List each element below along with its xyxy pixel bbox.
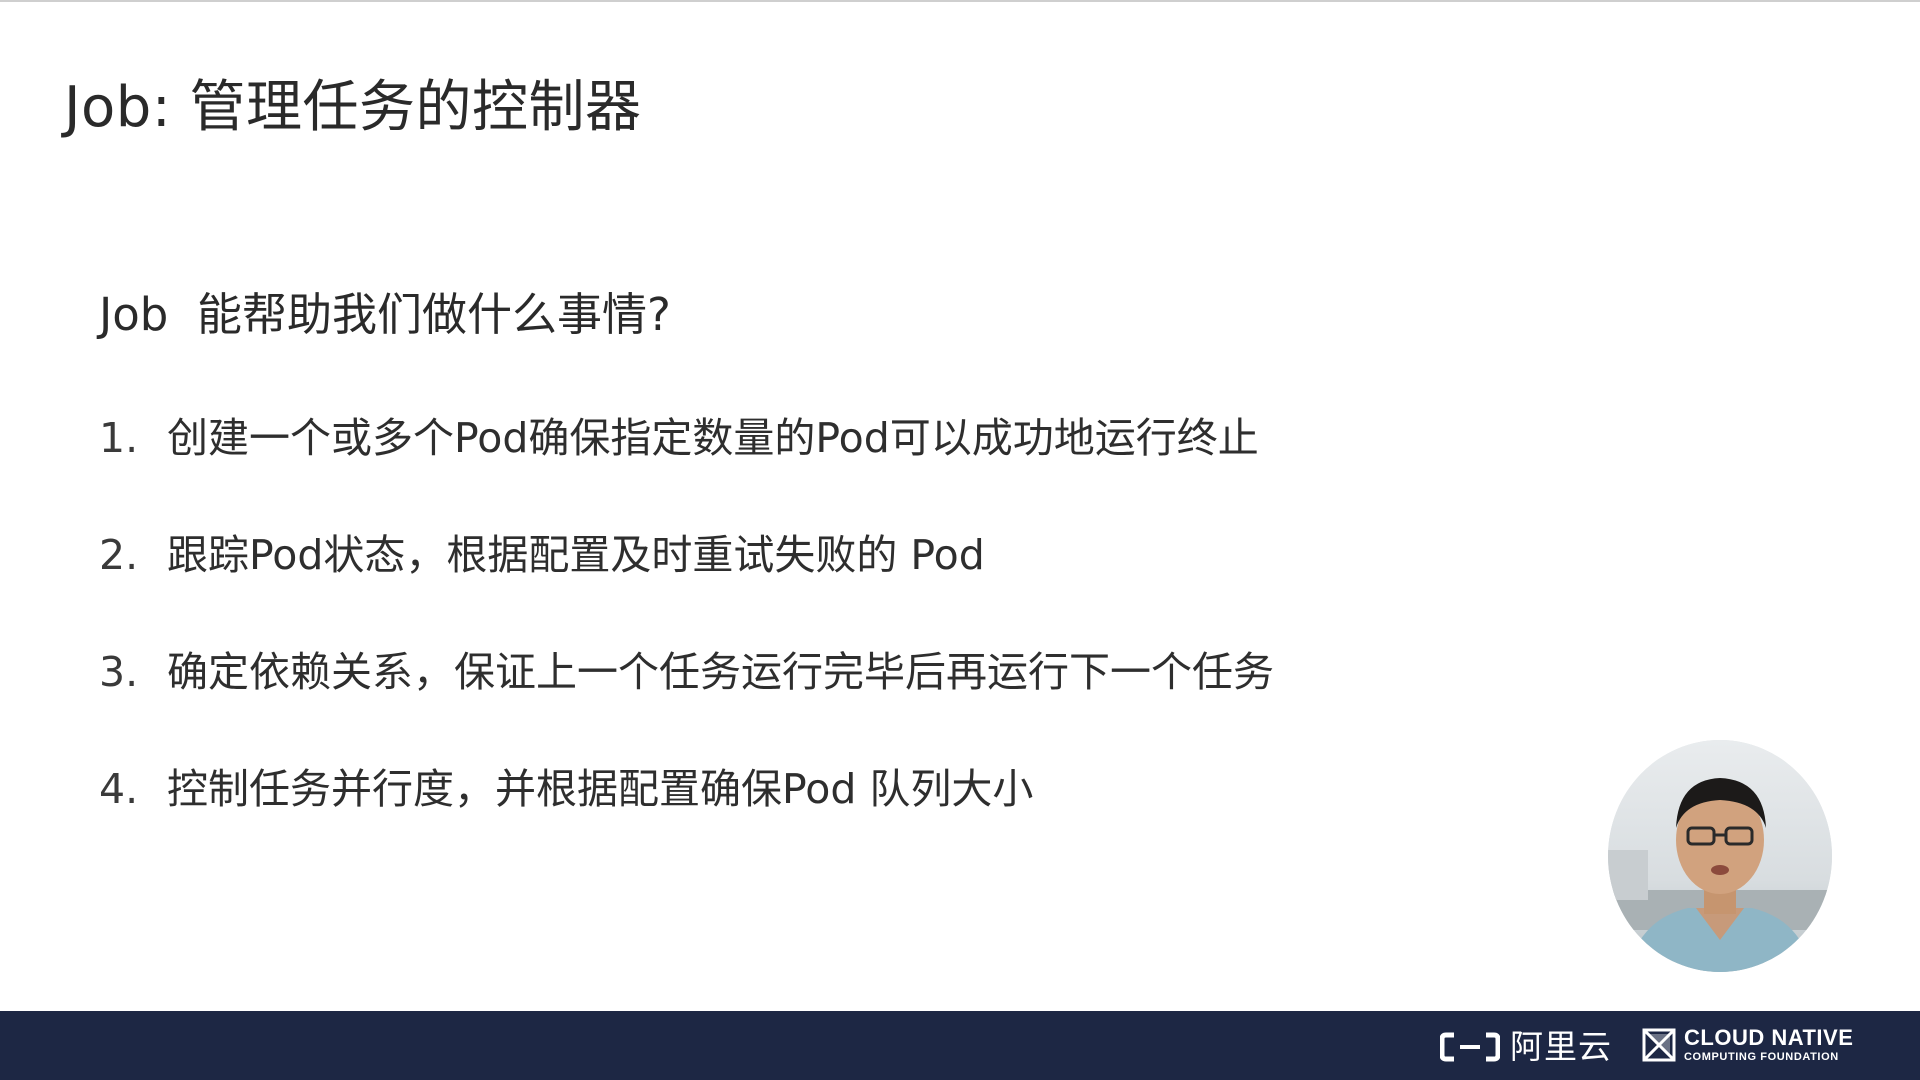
item-text: 确定依赖关系，保证上一个任务运行完毕后再运行下一个任务 bbox=[167, 648, 1274, 696]
item-text: 跟踪Pod状态，根据配置及时重试失败的 Pod bbox=[167, 531, 985, 579]
item-text: 控制任务并行度，并根据配置确保Pod 队列大小 bbox=[167, 765, 1034, 813]
alibaba-cloud-logo: 阿里云 bbox=[1440, 1029, 1612, 1065]
cncf-line1: CLOUD NATIVE bbox=[1684, 1025, 1854, 1050]
footer-bar: 阿里云 CLOUD NATIVE COMPUTING FOUNDATION bbox=[0, 1011, 1920, 1080]
item-number: 3. bbox=[99, 648, 139, 696]
cncf-logo: CLOUD NATIVE COMPUTING FOUNDATION bbox=[1642, 1027, 1853, 1063]
item-number: 4. bbox=[99, 765, 139, 813]
cncf-icon bbox=[1642, 1028, 1676, 1062]
list-item: 1. 创建一个或多个Pod确保指定数量的Pod可以成功地运行终止 bbox=[99, 404, 1599, 521]
list-item: 2. 跟踪Pod状态，根据配置及时重试失败的 Pod bbox=[99, 521, 1599, 638]
item-number: 2. bbox=[99, 531, 139, 579]
cncf-text: CLOUD NATIVE COMPUTING FOUNDATION bbox=[1684, 1027, 1853, 1063]
presenter-portrait-icon bbox=[1608, 740, 1832, 972]
slide-title: Job: 管理任务的控制器 bbox=[64, 75, 642, 140]
list-item: 3. 确定依赖关系，保证上一个任务运行完毕后再运行下一个任务 bbox=[99, 638, 1599, 755]
alibaba-cloud-text: 阿里云 bbox=[1510, 1027, 1612, 1066]
item-text: 创建一个或多个Pod确保指定数量的Pod可以成功地运行终止 bbox=[167, 414, 1259, 462]
presenter-video bbox=[1608, 740, 1832, 972]
top-rule bbox=[0, 0, 1920, 2]
item-list: 1. 创建一个或多个Pod确保指定数量的Pod可以成功地运行终止 2. 跟踪Pod状… bbox=[99, 404, 1599, 872]
alibaba-cloud-icon bbox=[1440, 1032, 1500, 1062]
slide-question: Job 能帮助我们做什么事情? bbox=[99, 288, 671, 341]
item-number: 1. bbox=[99, 414, 139, 462]
cncf-line2: COMPUTING FOUNDATION bbox=[1684, 1051, 1839, 1063]
list-item: 4. 控制任务并行度，并根据配置确保Pod 队列大小 bbox=[99, 755, 1599, 872]
